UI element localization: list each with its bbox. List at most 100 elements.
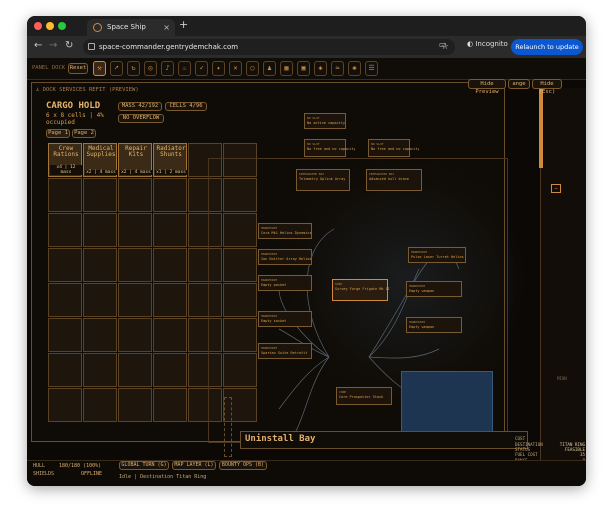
map-layer-button[interactable]: MAP LAYER (L) — [172, 461, 216, 470]
reload-icon[interactable]: ↻ — [65, 40, 73, 51]
tab-close-icon[interactable]: × — [163, 19, 170, 36]
cargo-cell[interactable] — [48, 283, 82, 317]
node-title: INTEGRATED BAY — [369, 172, 395, 176]
cargo-cell[interactable] — [153, 248, 187, 282]
page-2-tab[interactable]: Page 2 — [72, 129, 96, 138]
cargo-cell[interactable] — [118, 318, 152, 352]
dock-wave-button[interactable]: ≈ — [331, 61, 344, 76]
cargo-cell[interactable] — [118, 213, 152, 247]
global-turn-button[interactable]: GLOBAL TURN (G) — [119, 461, 169, 470]
uninstall-bay[interactable]: Uninstall Bay — [240, 431, 528, 449]
cargo-cell[interactable] — [83, 283, 117, 317]
sidebar-scroll-handle[interactable] — [539, 88, 543, 168]
dock-circle-button[interactable]: ○ — [246, 61, 259, 76]
browser-tab[interactable]: Space Ship Commander × — [87, 19, 175, 48]
cargo-cell[interactable] — [153, 178, 187, 212]
incognito-indicator[interactable]: ◐ Incognito — [467, 40, 508, 48]
schematic-node[interactable]: HARDPOINT Ion Emitter Array Helios — [258, 249, 312, 265]
cargo-cell[interactable] — [83, 178, 117, 212]
cargo-cell[interactable] — [118, 178, 152, 212]
dock-flame-button[interactable]: ♨ — [178, 61, 191, 76]
cargo-cell[interactable] — [48, 318, 82, 352]
node-title: NO SLOT — [371, 142, 384, 146]
cargo-item[interactable]: Repair Kits x2 | 4 mass — [118, 143, 152, 177]
dock-arrow-button[interactable]: ➚ — [110, 61, 123, 76]
dock-refresh-button[interactable]: ↻ — [127, 61, 140, 76]
dock-square-button[interactable]: ▣ — [297, 61, 310, 76]
dock-cube-button[interactable]: ◈ — [314, 61, 327, 76]
dock-reset-button[interactable]: Reset — [68, 63, 88, 74]
minimize-window-button[interactable] — [46, 22, 54, 30]
schematic-node[interactable]: NO SLOT No active capacity — [304, 113, 346, 129]
schematic-node[interactable]: HARDPOINT Pulse Laser Turret Helios — [408, 247, 466, 263]
schematic-node[interactable]: SHIP Survey Forge Frigate Mk II — [332, 279, 390, 301]
schematic-node[interactable]: HARDPOINT Empty pocket — [258, 275, 312, 291]
dock-rocket-button[interactable]: ➶ — [195, 61, 208, 76]
schematic-node[interactable]: INTEGRATED BAY Telemetry Uplink Array — [296, 169, 350, 191]
schematic-node[interactable]: INTEGRATED BAY Advanced hull brace — [366, 169, 422, 191]
change-button[interactable]: ange — [508, 79, 530, 89]
dock-settings-button[interactable]: ✺ — [348, 61, 361, 76]
cargo-cell[interactable] — [153, 283, 187, 317]
bounty-ops-button[interactable]: BOUNTY OPS (B) — [219, 461, 267, 470]
dock-close-button[interactable]: ✕ — [229, 61, 242, 76]
node-title: HARDPOINT — [409, 320, 426, 324]
dock-layers-button[interactable]: ☰ — [365, 61, 378, 76]
new-tab-button[interactable]: + — [179, 18, 188, 31]
collapse-button[interactable]: − — [551, 184, 561, 193]
square-icon: ▣ — [301, 64, 306, 72]
hull-value: 180/180 (100%) — [59, 463, 102, 469]
close-window-button[interactable] — [34, 22, 42, 30]
dock-wrench-button[interactable]: ⚒ — [93, 61, 106, 76]
schematic-node[interactable]: HARDPOINT Empty socket — [258, 311, 312, 327]
cargo-cell[interactable] — [48, 388, 82, 422]
cargo-cell[interactable] — [83, 388, 117, 422]
node-subtitle: Empty socket — [261, 319, 287, 323]
cargo-item[interactable]: Radiator Shunts x1 | 2 mass — [153, 143, 187, 177]
people-icon: ♟ — [267, 64, 272, 72]
cargo-cell[interactable] — [153, 353, 187, 387]
grid-icon: ▦ — [284, 64, 289, 72]
cargo-cell[interactable] — [48, 353, 82, 387]
cargo-item[interactable]: Medical Supplies x2 | 4 mass — [83, 143, 117, 177]
site-info-icon[interactable] — [88, 43, 95, 50]
back-icon[interactable]: ← — [34, 40, 42, 51]
dock-grid-button[interactable]: ▦ — [280, 61, 293, 76]
schematic-node[interactable]: CORE Core Prospector Stack — [336, 387, 392, 405]
dock-target-button[interactable]: ◎ — [144, 61, 157, 76]
url-field[interactable]: space-commander.gentrydemchak.com ☆ — [83, 39, 455, 55]
cargo-cell[interactable] — [48, 213, 82, 247]
hide-preview-button[interactable]: Hide Preview — [468, 79, 506, 95]
cargo-cell[interactable] — [83, 353, 117, 387]
cargo-cell[interactable] — [153, 318, 187, 352]
cargo-cell[interactable] — [118, 353, 152, 387]
dock-star-button[interactable]: ✦ — [212, 61, 225, 76]
cargo-item[interactable]: Crew Rations x4 | 12 mass — [48, 143, 82, 177]
cargo-cell[interactable] — [153, 388, 187, 422]
schematic-node[interactable]: HARDPOINT Empty weapon — [406, 317, 462, 333]
schematic-node[interactable]: HARDPOINT Cora Mk1 Helios Dynamics — [258, 223, 312, 239]
cargo-cell[interactable] — [83, 213, 117, 247]
relaunch-button[interactable]: Relaunch to update ⋮ — [511, 39, 583, 67]
schematic-node[interactable]: NO SLOT No free and no capacity — [368, 139, 419, 157]
cargo-cell[interactable] — [153, 213, 187, 247]
cargo-cell[interactable] — [118, 248, 152, 282]
forward-icon[interactable]: → — [49, 40, 57, 51]
cargo-cell[interactable] — [83, 248, 117, 282]
page-1-tab[interactable]: Page 1 — [46, 129, 70, 138]
dock-bell-button[interactable]: ♪ — [161, 61, 174, 76]
cargo-cell[interactable] — [48, 178, 82, 212]
hide-esc-button[interactable]: Hide (Esc) — [532, 79, 562, 95]
panel-dock: PANEL DOCK Reset ⚒ ➚ ↻ ◎ ♪ ♨ ➶ ✦ ✕ ○ ♟ ▦ ▣ ◈ ≈ ✺ ☰ — [27, 58, 586, 80]
cargo-cell[interactable] — [118, 388, 152, 422]
cast-icon[interactable]: ▭ — [439, 40, 447, 49]
maximize-window-button[interactable] — [58, 22, 66, 30]
cargo-cell[interactable] — [48, 248, 82, 282]
cargo-cell[interactable] — [83, 318, 117, 352]
schematic-node[interactable]: HARDPOINT Empty weapon — [406, 281, 462, 297]
schematic-node[interactable]: HARDPOINT Spartan Suite Retrofit — [258, 343, 312, 359]
schematic-node[interactable]: NO SLOT No free and no capacity — [304, 139, 355, 157]
node-title: HARDPOINT — [411, 250, 428, 254]
cargo-cell[interactable] — [118, 283, 152, 317]
dock-people-button[interactable]: ♟ — [263, 61, 276, 76]
